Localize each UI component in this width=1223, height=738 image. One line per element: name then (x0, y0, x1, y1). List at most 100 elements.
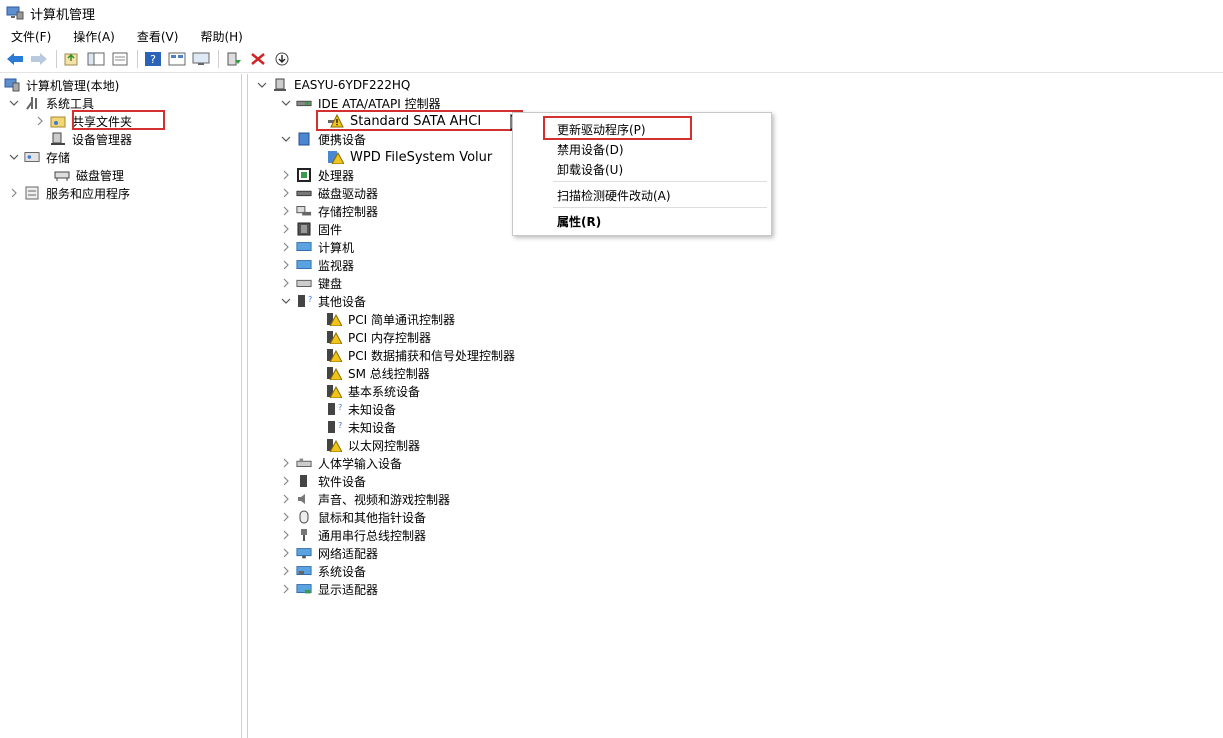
menu-item-scan-hardware[interactable]: 扫描检测硬件改动(A) (557, 187, 671, 204)
tree-item-storage-controllers[interactable]: 存储控制器 (280, 202, 378, 220)
tree-item-disk-drives[interactable]: 磁盘驱动器 (280, 184, 378, 202)
chevron-right-icon[interactable] (280, 547, 292, 559)
tree-item-other-devices[interactable]: ? 其他设备 (280, 292, 366, 310)
console-icon[interactable] (190, 48, 212, 70)
tree-item-wpd-filesystem[interactable]: WPD FileSystem Volur (328, 148, 492, 166)
highlight-box-shared-folders (72, 110, 165, 130)
warning-device-icon (326, 330, 342, 344)
chevron-down-icon[interactable] (280, 133, 292, 145)
chevron-right-icon[interactable] (280, 583, 292, 595)
chevron-right-icon[interactable] (8, 187, 20, 199)
tree-item-computer[interactable]: EASYU-6YDF222HQ (256, 76, 410, 94)
tree-item-unknown-device[interactable]: ? 未知设备 (326, 400, 396, 418)
tree-item-system-devices[interactable]: 系统设备 (280, 562, 366, 580)
menu-action[interactable]: 操作(A) (62, 28, 126, 45)
chevron-right-icon[interactable] (34, 115, 46, 127)
keyboard-icon (296, 276, 312, 290)
ide-controller-icon (296, 96, 312, 110)
chevron-right-icon[interactable] (280, 475, 292, 487)
monitor-icon (296, 240, 312, 254)
chevron-right-icon[interactable] (280, 241, 292, 253)
disk-drive-icon (296, 186, 312, 200)
menu-help[interactable]: 帮助(H) (189, 28, 253, 45)
tree-item-ethernet-controller[interactable]: 以太网控制器 (326, 436, 420, 454)
forward-arrow-icon[interactable] (28, 48, 50, 70)
uninstall-icon[interactable] (247, 48, 269, 70)
menu-item-uninstall-device[interactable]: 卸载设备(U) (557, 161, 623, 178)
tree-item-root[interactable]: 计算机管理(本地) (4, 76, 119, 94)
device-manager-icon (50, 132, 66, 146)
tree-item-pci-memory[interactable]: PCI 内存控制器 (326, 328, 431, 346)
chevron-right-icon[interactable] (280, 457, 292, 469)
tree-item-computer-category[interactable]: 计算机 (280, 238, 354, 256)
tree-item-unknown-device[interactable]: ? 未知设备 (326, 418, 396, 436)
up-folder-icon[interactable] (61, 48, 83, 70)
show-hide-tree-icon[interactable] (85, 48, 107, 70)
highlight-box-update-driver (543, 116, 692, 140)
scan-hardware-icon[interactable] (271, 48, 293, 70)
chevron-right-icon[interactable] (280, 205, 292, 217)
menu-separator (553, 207, 767, 208)
tree-item-storage[interactable]: 存储 (8, 148, 70, 166)
computer-management-icon (4, 78, 20, 92)
svg-text:?: ? (150, 53, 156, 66)
menu-item-disable-device[interactable]: 禁用设备(D) (557, 141, 624, 158)
tree-item-pci-data-capture[interactable]: PCI 数据捕获和信号处理控制器 (326, 346, 515, 364)
update-driver-icon[interactable] (223, 48, 245, 70)
chevron-down-icon[interactable] (280, 295, 292, 307)
tree-item-usb-controllers[interactable]: 通用串行总线控制器 (280, 526, 426, 544)
chevron-right-icon[interactable] (280, 565, 292, 577)
back-arrow-icon[interactable] (4, 48, 26, 70)
tree-item-sm-bus[interactable]: SM 总线控制器 (326, 364, 430, 382)
disk-icon (54, 168, 70, 182)
tree-item-software-devices[interactable]: 软件设备 (280, 472, 366, 490)
tree-item-audio-video[interactable]: 声音、视频和游戏控制器 (280, 490, 450, 508)
shared-folder-icon (50, 114, 66, 128)
help-icon[interactable]: ? (142, 48, 164, 70)
tree-item-disk-management[interactable]: 磁盘管理 (54, 166, 124, 184)
tree-item-base-system-device[interactable]: 基本系统设备 (326, 382, 420, 400)
menu-file[interactable]: 文件(F) (0, 28, 62, 45)
tree-item-network-adapters[interactable]: 网络适配器 (280, 544, 378, 562)
tree-item-mice[interactable]: 鼠标和其他指针设备 (280, 508, 426, 526)
tree-item-hid[interactable]: 人体学输入设备 (280, 454, 402, 472)
chevron-down-icon[interactable] (8, 97, 20, 109)
menu-separator (553, 181, 767, 182)
tree-item-firmware[interactable]: 固件 (280, 220, 342, 238)
chevron-down-icon[interactable] (8, 151, 20, 163)
chevron-right-icon[interactable] (280, 169, 292, 181)
warning-device-icon (326, 312, 342, 326)
computer-management-icon (6, 6, 24, 20)
chevron-right-icon[interactable] (280, 187, 292, 199)
svg-text:?: ? (338, 421, 342, 430)
tree-item-portable-devices[interactable]: 便携设备 (280, 130, 366, 148)
chevron-right-icon[interactable] (280, 223, 292, 235)
software-device-icon (296, 474, 312, 488)
tree-item-services-apps[interactable]: 服务和应用程序 (8, 184, 130, 202)
chevron-down-icon[interactable] (280, 97, 292, 109)
window-title: 计算机管理 (30, 7, 96, 23)
view-icon[interactable] (166, 48, 188, 70)
storage-controller-icon (296, 204, 312, 218)
menu-item-properties[interactable]: 属性(R) (557, 213, 601, 230)
chevron-right-icon[interactable] (280, 259, 292, 271)
tree-item-device-manager[interactable]: 设备管理器 (50, 130, 132, 148)
menu-view[interactable]: 查看(V) (126, 28, 190, 45)
tree-item-display-adapters[interactable]: 显示适配器 (280, 580, 378, 598)
chevron-right-icon[interactable] (280, 277, 292, 289)
highlight-box-sata (316, 110, 523, 131)
chevron-down-icon[interactable] (256, 79, 268, 91)
tree-item-pci-comm[interactable]: PCI 简单通讯控制器 (326, 310, 455, 328)
left-navigation-pane: 计算机管理(本地) 系统工具 共享文件夹 设备管理器 存储 磁盘管理 服务和应用… (0, 74, 242, 738)
properties-icon[interactable] (109, 48, 131, 70)
warning-device-icon (326, 366, 342, 380)
tree-item-processor[interactable]: 处理器 (280, 166, 354, 184)
monitor-icon (296, 258, 312, 272)
warning-device-icon (326, 384, 342, 398)
chevron-right-icon[interactable] (280, 529, 292, 541)
chevron-right-icon[interactable] (280, 511, 292, 523)
toolbar-separator (218, 50, 219, 68)
tree-item-keyboards[interactable]: 键盘 (280, 274, 342, 292)
tree-item-monitors[interactable]: 监视器 (280, 256, 354, 274)
chevron-right-icon[interactable] (280, 493, 292, 505)
